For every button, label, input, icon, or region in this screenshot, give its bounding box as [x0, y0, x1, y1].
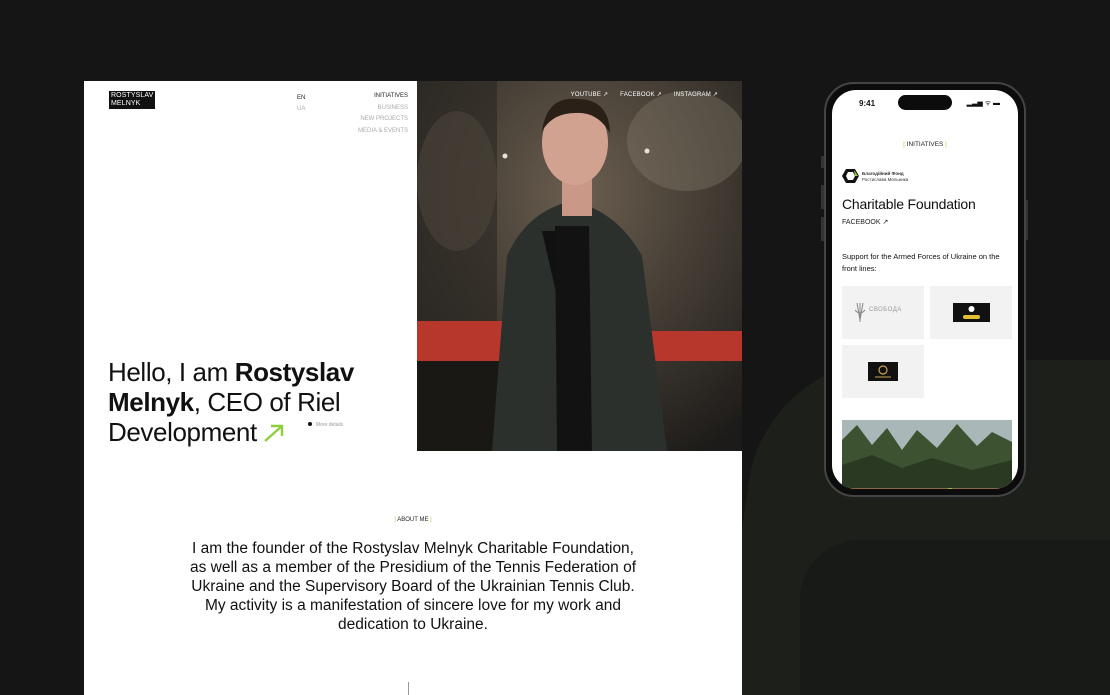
main-nav: INITIATIVES BUSINESS NEW PROJECTS MEDIA … [358, 91, 408, 137]
nav-business[interactable]: BUSINESS [358, 103, 408, 115]
phone-initiatives-label: | INITIATIVES | [903, 141, 947, 148]
lang-ua[interactable]: UA [297, 104, 305, 115]
foundation-logo-text: Благодійний Фонд Ростислава Мельника [862, 171, 908, 182]
instagram-link[interactable]: INSTAGRAM ↗ [674, 91, 718, 98]
phone-facebook-link[interactable]: FACEBOOK ↗ [842, 218, 888, 226]
facebook-link[interactable]: FACEBOOK ↗ [620, 91, 662, 98]
foundation-logo-icon [842, 168, 859, 184]
phone-support-text: Support for the Armed Forces of Ukraine … [842, 252, 1000, 273]
nav-new-projects[interactable]: NEW PROJECTS [358, 114, 408, 126]
fund-logo-line-2: Ростислава Мельника [862, 176, 909, 182]
logo-line-1: ROSTYSLAV [111, 92, 154, 99]
portrait-photo: YOUTUBE ↗ FACEBOOK ↗ INSTAGRAM ↗ [417, 81, 742, 451]
more-details-dot-icon [308, 422, 312, 426]
phone-tag-text: INITIATIVES [906, 141, 944, 148]
partner-tile-3[interactable] [842, 345, 924, 398]
partner-logo-icon [953, 303, 990, 322]
about-me-label: | ABOUT ME | [394, 517, 432, 523]
language-switcher: EN UA [297, 93, 305, 115]
arrow-up-right-icon[interactable] [263, 419, 285, 442]
phone-photo [842, 420, 1012, 489]
social-links: YOUTUBE ↗ FACEBOOK ↗ INSTAGRAM ↗ [571, 91, 718, 98]
hero-panel: ROSTYSLAV MELNYK EN UA INITIATIVES BUSIN… [84, 81, 417, 451]
partner-logo-icon-2 [868, 362, 898, 381]
more-details-link[interactable]: More details [316, 422, 343, 428]
phone-screen: 9:41 ▂▃▅ ᯤ ▬ | INITIATIVES | Благодійний… [832, 90, 1018, 489]
hero-heading: Hello, I am Rostyslav Melnyk, CEO of Rie… [108, 357, 408, 447]
status-time: 9:41 [859, 99, 876, 108]
about-me-text: ABOUT ME [397, 517, 429, 523]
desktop-mockup: ROSTYSLAV MELNYK EN UA INITIATIVES BUSIN… [84, 81, 742, 695]
youtube-link[interactable]: YOUTUBE ↗ [571, 91, 609, 98]
partner-tile-2[interactable] [930, 286, 1012, 339]
about-me-paragraph: I am the founder of the Rostyslav Melnyk… [190, 540, 636, 633]
phone-title: Charitable Foundation [842, 196, 976, 212]
hero-pre: Hello, I am [108, 357, 235, 387]
phone-mockup: 9:41 ▂▃▅ ᯤ ▬ | INITIATIVES | Благодійний… [824, 82, 1026, 497]
dynamic-island [898, 95, 952, 110]
status-icons: ▂▃▅ ᯤ ▬ [966, 100, 1000, 107]
logo-line-2: MELNYK [111, 100, 141, 107]
divider-line [408, 682, 409, 695]
svoboda-label: СВОБОДА [869, 307, 902, 313]
lang-en[interactable]: EN [297, 93, 305, 104]
nav-initiatives[interactable]: INITIATIVES [358, 91, 408, 103]
nav-media-events[interactable]: MEDIA & EVENTS [358, 126, 408, 138]
site-logo[interactable]: ROSTYSLAV MELNYK [109, 91, 156, 109]
partner-tile-svoboda[interactable]: СВОБОДА [842, 286, 924, 339]
background-shape-2 [800, 540, 1110, 695]
